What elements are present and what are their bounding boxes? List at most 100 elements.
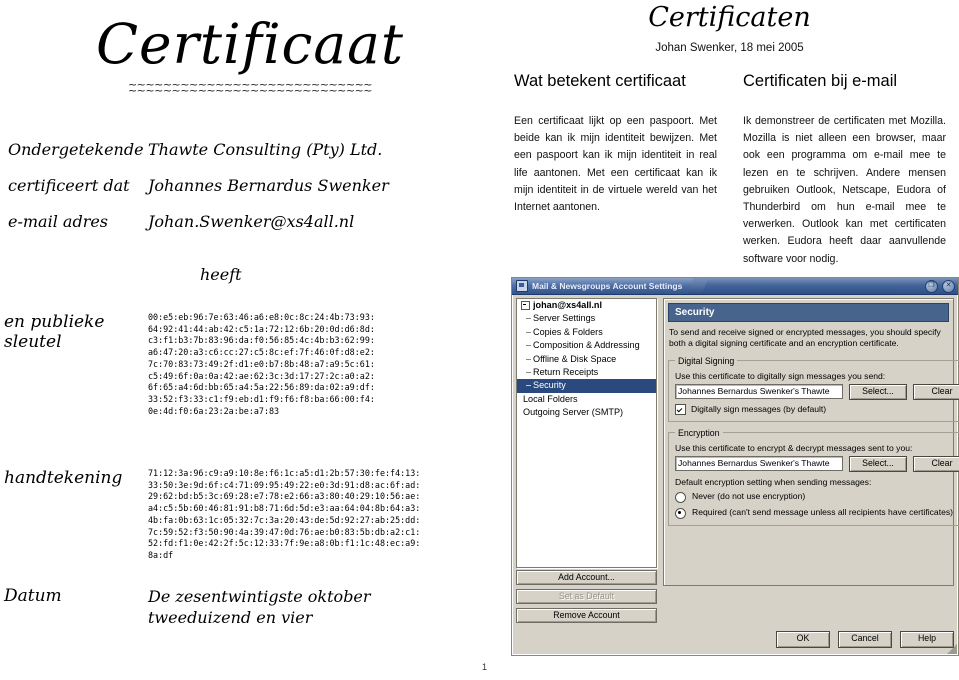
dialog-footer-buttons: OK Cancel Help	[776, 631, 954, 648]
field-value: Johan.Swenker@xs4all.nl	[148, 212, 355, 231]
security-panel: Security To send and receive signed or e…	[663, 298, 959, 586]
settings-panel: Security To send and receive signed or e…	[663, 298, 959, 651]
signing-select-button[interactable]: Select...	[849, 383, 907, 400]
field-value: Johannes Bernardus Swenker	[148, 176, 389, 195]
squiggle-line-2: ~~~~~~~~~~~~~~~~~~~~~~~~~~~~	[127, 84, 373, 97]
account-tree[interactable]: johan@xs4all.nl Server Settings Copies &…	[516, 298, 657, 568]
encryption-clear-button[interactable]: Clear	[913, 455, 959, 472]
title-squiggle-decoration: ~~~~~~~~~~~~~~~~~~~~~~~~~~~~ ~~~~~~~~~~~…	[0, 79, 500, 97]
dialog-title-tab: Mail & Newsgroups Account Settings	[512, 278, 699, 294]
close-icon[interactable]: ✕	[942, 280, 955, 293]
radio-icon[interactable]	[675, 507, 686, 519]
tree-item-label: Composition & Addressing	[533, 340, 640, 351]
encryption-option-never[interactable]: Never (do not use encryption)	[675, 491, 959, 503]
certificate-panel: Certificaat ~~~~~~~~~~~~~~~~~~~~~~~~~~~~…	[0, 0, 500, 680]
encryption-field-label: Use this certificate to encrypt & decryp…	[675, 442, 913, 453]
column-heading: Certificaten bij e-mail	[743, 72, 898, 90]
page-number-footer: 1	[0, 662, 959, 672]
encryption-certificate-input[interactable]: Johannes Bernardus Swenker's Thawte	[675, 456, 843, 472]
account-action-buttons: Add Account... Set as Default Remove Acc…	[516, 570, 657, 627]
date-row: Datum De zesentwintigste oktober tweedui…	[0, 586, 500, 628]
tree-item-composition-addressing[interactable]: Composition & Addressing	[517, 339, 656, 352]
tree-item-label: Outgoing Server (SMTP)	[523, 407, 624, 418]
encryption-option-never-label: Never (do not use encryption)	[692, 490, 806, 501]
certificate-title: Certificaat	[95, 12, 405, 76]
signature-row: handtekening 71:12:3a:96:c9:a9:10:8e:f6:…	[0, 468, 500, 562]
tree-item-security[interactable]: Security	[517, 379, 656, 393]
digitally-sign-label: Digitally sign messages (by default)	[691, 404, 827, 415]
tree-item-label: Return Receipts	[533, 367, 599, 378]
tree-item-return-receipts[interactable]: Return Receipts	[517, 366, 656, 379]
field-label: Ondergetekende	[8, 140, 144, 159]
signing-certificate-input[interactable]: Johannes Bernardus Swenker's Thawte	[675, 384, 843, 400]
dialog-title: Mail & Newsgroups Account Settings	[532, 281, 683, 291]
checkbox-icon[interactable]	[675, 403, 686, 415]
signature-hex: 71:12:3a:96:c9:a9:10:8e:f6:1c:a5:d1:2b:5…	[148, 468, 421, 560]
signature-label: handtekening	[4, 468, 123, 488]
add-account-button[interactable]: Add Account...	[516, 570, 657, 585]
maximize-icon[interactable]: ❐	[925, 280, 938, 293]
tree-item-offline-disk-space[interactable]: Offline & Disk Space	[517, 353, 656, 366]
slide-column-right: Certificaten bij e-mail Ik demonstreer d…	[729, 72, 958, 268]
encryption-group: Encryption Use this certificate to encry…	[668, 427, 959, 526]
collapse-icon[interactable]	[521, 301, 530, 311]
date-label: Datum	[4, 586, 62, 606]
tree-item-copies-folders[interactable]: Copies & Folders	[517, 326, 656, 339]
dialog-titlebar: Mail & Newsgroups Account Settings ❐ ✕	[512, 278, 958, 295]
tree-item-label: Security	[533, 380, 566, 391]
slide-column-left: Wat betekent certificaat Een certificaat…	[500, 72, 729, 268]
set-as-default-button: Set as Default	[516, 589, 657, 604]
tree-item-label: johan@xs4all.nl	[533, 300, 603, 310]
field-label: e-mail adres	[8, 212, 109, 231]
digital-signing-group: Digital Signing Use this certificate to …	[668, 355, 959, 422]
tree-item-label: Local Folders	[523, 393, 578, 404]
radio-icon[interactable]	[675, 491, 686, 503]
account-settings-dialog: Mail & Newsgroups Account Settings ❐ ✕ j…	[511, 277, 959, 656]
column-heading: Wat betekent certificaat	[514, 72, 686, 90]
field-label: certificeert dat	[8, 176, 130, 195]
remove-account-button[interactable]: Remove Account	[516, 608, 657, 623]
cancel-button[interactable]: Cancel	[838, 631, 892, 648]
slide-columns: Wat betekent certificaat Een certificaat…	[500, 72, 959, 268]
application-icon	[516, 280, 528, 292]
page-number: 1	[481, 662, 487, 672]
tree-item-server-settings[interactable]: Server Settings	[517, 312, 656, 325]
tree-item-label: Server Settings	[533, 313, 596, 324]
slide-page: Certificaat ~~~~~~~~~~~~~~~~~~~~~~~~~~~~…	[0, 0, 959, 680]
encryption-select-button[interactable]: Select...	[849, 455, 907, 472]
date-value: De zesentwintigste oktober tweeduizend e…	[148, 587, 371, 627]
tree-item-label: Copies & Folders	[533, 326, 603, 337]
signing-clear-button[interactable]: Clear	[913, 383, 959, 400]
column-body: Een certificaat lijkt op een paspoort. M…	[514, 115, 717, 214]
panel-description: To send and receive signed or encrypted …	[669, 327, 941, 349]
slide-subtitle: Johan Swenker, 18 mei 2005	[655, 42, 804, 54]
field-value: Thawte Consulting (Pty) Ltd.	[148, 140, 383, 159]
digitally-sign-checkbox-row[interactable]: Digitally sign messages (by default)	[675, 403, 959, 415]
encryption-option-required[interactable]: Required (can't send message unless all …	[675, 507, 959, 519]
encryption-legend: Encryption	[678, 427, 720, 438]
slide-title: Certificaten	[648, 2, 811, 33]
public-key-hex: 00:e5:eb:96:7e:63:46:a6:e8:0c:8c:24:4b:7…	[148, 312, 375, 416]
certificate-field-row: Ondergetekende Thawte Consulting (Pty) L…	[0, 140, 500, 159]
certificate-field-row: e-mail adres Johan.Swenker@xs4all.nl	[0, 212, 500, 231]
certificate-field-row: certificeert dat Johannes Bernardus Swen…	[0, 176, 500, 195]
tree-item-outgoing-server[interactable]: Outgoing Server (SMTP)	[517, 406, 656, 419]
panel-header: Security	[668, 303, 949, 322]
account-tree-column: johan@xs4all.nl Server Settings Copies &…	[516, 298, 657, 651]
signing-field-label: Use this certificate to digitally sign m…	[675, 370, 886, 381]
certificate-fields: Ondergetekende Thawte Consulting (Pty) L…	[0, 140, 500, 248]
tree-item-local-folders[interactable]: Local Folders	[517, 393, 656, 406]
digital-signing-legend: Digital Signing	[678, 355, 735, 366]
encryption-certificate-row: Johannes Bernardus Swenker's Thawte Sele…	[675, 455, 959, 472]
ok-button[interactable]: OK	[776, 631, 830, 648]
heeft-text: heeft	[200, 265, 242, 284]
tree-item-label: Offline & Disk Space	[533, 353, 617, 364]
public-key-row: en publieke sleutel 00:e5:eb:96:7e:63:46…	[0, 312, 500, 417]
help-button[interactable]: Help	[900, 631, 954, 648]
window-controls: ❐ ✕	[925, 280, 955, 293]
dialog-body: johan@xs4all.nl Server Settings Copies &…	[516, 298, 959, 651]
resize-grip-icon[interactable]	[947, 644, 957, 654]
tree-item-account[interactable]: johan@xs4all.nl	[517, 299, 656, 312]
public-key-label: en publieke sleutel	[4, 312, 105, 352]
default-encryption-label: Default encryption setting when sending …	[675, 476, 872, 487]
